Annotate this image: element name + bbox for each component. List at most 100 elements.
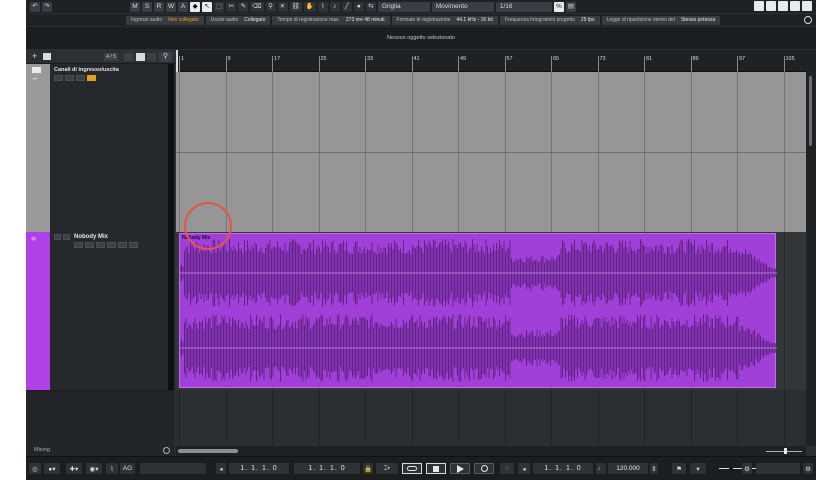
folder-lock-button[interactable] — [87, 75, 96, 81]
vertical-scroll-thumb[interactable] — [809, 76, 812, 146]
audio-read-button[interactable] — [96, 242, 105, 248]
color-icon[interactable]: ● — [353, 1, 364, 12]
glue-icon[interactable]: ⛓ — [289, 1, 302, 12]
markers-icon[interactable]: ⌶▸ — [376, 463, 398, 474]
automation-settings-icon[interactable]: ◆ — [190, 1, 201, 12]
track-list-divider[interactable] — [168, 64, 174, 390]
horizontal-scrollbar[interactable] — [176, 446, 806, 456]
folder-expand-icon[interactable]: ⌐ — [33, 74, 38, 83]
audio-solo-button[interactable] — [85, 242, 94, 248]
folder-mute-button[interactable] — [54, 75, 63, 81]
setup-icon[interactable] — [802, 1, 812, 11]
read-automation-button[interactable]: R — [154, 1, 164, 12]
audio-monitor-button[interactable] — [63, 234, 70, 240]
lock-icon[interactable]: 🔒 — [363, 463, 373, 474]
signature-icon[interactable]: ▾ — [690, 463, 706, 474]
record-mode-icon[interactable]: ●▾ — [44, 463, 60, 474]
audio-record-enable-button[interactable] — [54, 234, 61, 240]
project-cursor[interactable] — [176, 50, 178, 72]
snap-toggle-icon[interactable]: ⇆ — [365, 1, 376, 12]
tempo-track-icon[interactable]: ◌ — [500, 463, 514, 474]
speaker-icon[interactable]: ♪ — [329, 1, 340, 12]
mute-tool-icon[interactable]: ✕ — [277, 1, 288, 12]
undo-icon[interactable]: ↶ — [30, 1, 40, 12]
metronome-icon[interactable]: ♩ — [596, 463, 606, 474]
cycle-button[interactable] — [402, 463, 422, 474]
punch-in-slider[interactable] — [140, 463, 206, 474]
timeline-ruler[interactable]: 1 9 17 25 33 41 49 57 65 73 81 89 97 105 — [176, 50, 806, 72]
lower-zone-icon[interactable] — [766, 1, 776, 11]
horizontal-zoom-slider[interactable] — [766, 448, 802, 454]
click-icon[interactable]: ⚑ — [672, 463, 686, 474]
vertical-scrollbar[interactable] — [806, 50, 816, 446]
quantize-settings-icon[interactable]: ▤ — [565, 1, 577, 12]
folder-solo-button[interactable] — [65, 75, 74, 81]
transport-settings-icon[interactable]: ⚙ — [742, 463, 752, 474]
visibility-icon[interactable] — [136, 53, 145, 61]
range-selection-icon[interactable]: ⬚ — [214, 1, 225, 12]
folder-read-button[interactable] — [76, 75, 85, 81]
search-icon[interactable]: ⚲ — [159, 52, 172, 62]
solo-button[interactable]: S — [142, 1, 152, 12]
right-zone-icon[interactable] — [778, 1, 788, 11]
tempo-stepper-icon[interactable]: ⇕ — [650, 463, 658, 474]
visibility-agent-label[interactable]: Mixing — [34, 447, 50, 453]
hand-icon[interactable]: ✋ — [303, 1, 316, 12]
folder-track-name[interactable]: Canali di ingresso/uscita — [54, 67, 119, 73]
level-meter — [716, 463, 760, 474]
tempo-display[interactable]: 120.000 — [608, 463, 648, 474]
track-filter-icon[interactable] — [147, 53, 156, 61]
layout-settings-icon[interactable] — [790, 1, 800, 11]
folder-track-color-strip[interactable]: ⌐ — [26, 64, 50, 232]
add-track-icon[interactable]: + — [32, 52, 37, 61]
line-icon[interactable]: ╱ — [341, 1, 352, 12]
quantize-preset-dropdown[interactable]: 1/16 — [495, 1, 552, 12]
write-automation-button[interactable]: W — [166, 1, 177, 12]
footer-settings-gear-icon[interactable] — [163, 447, 170, 454]
punch-settings-icon[interactable]: ✚▾ — [66, 463, 82, 474]
audio-mute-button[interactable] — [74, 242, 83, 248]
track-settings-icon[interactable] — [124, 53, 133, 61]
zoom-icon[interactable]: ⚲ — [265, 1, 276, 12]
status-line: Ingressi audio Non collegato Uscite audio… — [26, 14, 816, 26]
time-format-icon[interactable]: ◂ — [518, 463, 530, 474]
left-locator-time[interactable]: 1. 1. 1. 0 — [229, 463, 289, 474]
audio-write-button[interactable] — [107, 242, 116, 248]
audio-event[interactable]: Nobody Mix — [179, 233, 777, 388]
transport-gear-icon[interactable]: ⚙ — [803, 463, 813, 474]
horizontal-scroll-thumb[interactable] — [178, 449, 238, 453]
audio-lock-button[interactable] — [129, 242, 138, 248]
mute-button[interactable]: M — [130, 1, 140, 12]
audio-track-header[interactable]: Nobody Mix — [50, 232, 168, 390]
split-icon[interactable]: ✂ — [226, 1, 237, 12]
timewarp-icon[interactable]: ⌇ — [317, 1, 328, 12]
left-locator-icon[interactable]: ◂ — [216, 463, 226, 474]
ruler-bar-tick — [225, 56, 227, 72]
erase-icon[interactable]: ⌫ — [250, 1, 264, 12]
stop-button[interactable] — [426, 463, 446, 474]
add-track-type-icon[interactable] — [43, 53, 51, 60]
primary-time-display[interactable]: 1. 1. 1. 0 — [533, 463, 593, 474]
auto-quantize-toggle[interactable]: AG — [120, 463, 135, 474]
auto-quantize-icon[interactable]: ⌇ — [106, 463, 118, 474]
snap-type-dropdown[interactable]: Griglia — [377, 1, 430, 12]
status-settings-gear-icon[interactable] — [804, 16, 812, 24]
draw-icon[interactable]: ✎ — [238, 1, 249, 12]
folder-track-header[interactable]: Canali di ingresso/uscita — [50, 64, 168, 232]
iterative-quantize-icon[interactable]: % — [553, 1, 564, 12]
audio-edit-button[interactable] — [118, 242, 127, 248]
audio-track-color-strip[interactable]: ⟡ — [26, 232, 50, 390]
automation-mode-button[interactable]: A — [178, 1, 189, 12]
record-button[interactable] — [474, 463, 494, 474]
play-button[interactable] — [450, 463, 470, 474]
grid-type-dropdown[interactable]: Movimento — [431, 1, 494, 12]
empty-lane-area[interactable] — [176, 390, 806, 446]
object-selection-icon[interactable]: ↖ — [202, 1, 213, 12]
right-locator-time[interactable]: 1. 1. 1. 0 — [294, 463, 360, 474]
pre-roll-icon[interactable]: ◉▾ — [86, 463, 102, 474]
redo-icon[interactable]: ↷ — [42, 1, 52, 12]
audio-track-name[interactable]: Nobody Mix — [74, 234, 108, 240]
audio-performance-icon[interactable]: ◎ — [29, 463, 41, 474]
left-zone-icon[interactable] — [754, 1, 764, 11]
zoom-knob[interactable] — [784, 448, 787, 454]
